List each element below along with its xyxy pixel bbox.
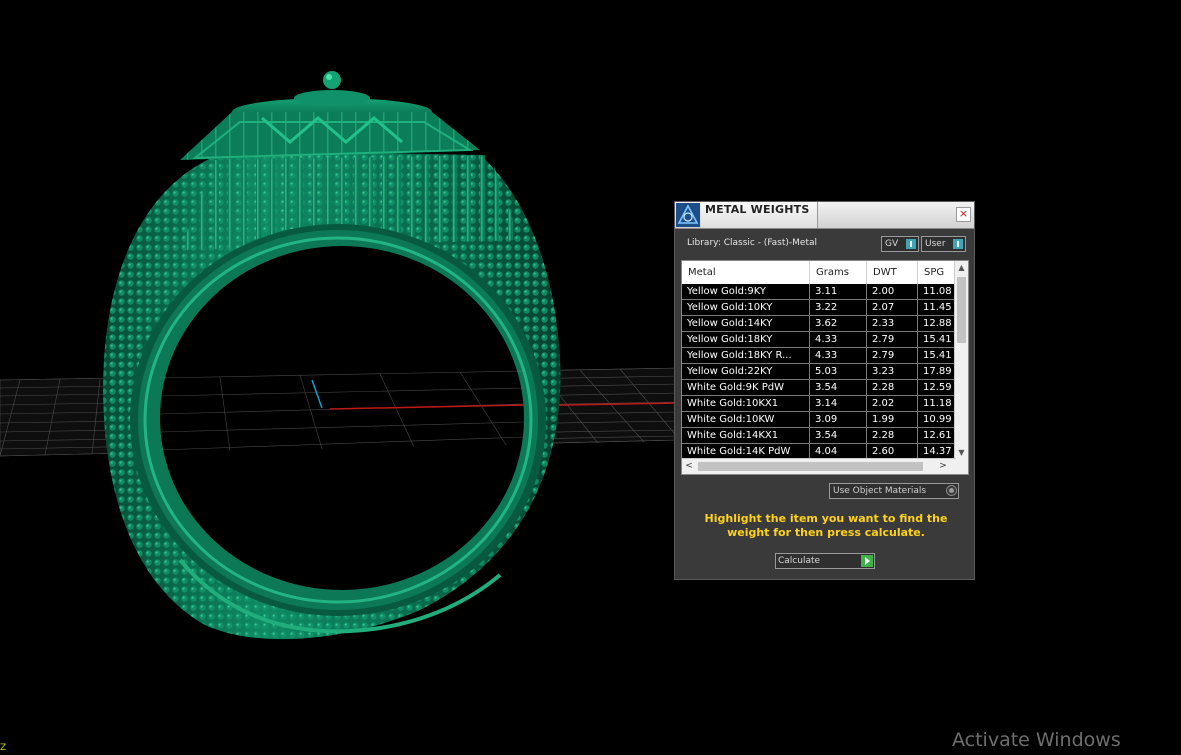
metal-cell: Yellow Gold:18KY bbox=[682, 332, 810, 347]
grams-cell: 3.22 bbox=[810, 300, 867, 315]
spg-cell: 11.08 bbox=[923, 286, 952, 297]
horizontal-scrollbar[interactable]: < > bbox=[682, 458, 956, 474]
spg-cell: 12.61 bbox=[923, 430, 952, 441]
table-row[interactable]: White Gold:10KW 3.09 1.99 10.99 bbox=[682, 412, 956, 428]
metal-cell: Yellow Gold:22KY bbox=[682, 364, 810, 379]
user-toggle-switch-icon bbox=[953, 239, 963, 249]
table-row[interactable]: White Gold:14K PdW 4.04 2.60 14.37 bbox=[682, 444, 956, 459]
spg-cell: 15.41 bbox=[923, 334, 952, 345]
dwt-cell: 2.79 bbox=[867, 332, 918, 347]
spg-cell: 11.45 bbox=[923, 302, 952, 313]
scroll-up-arrow-icon[interactable]: ▲ bbox=[955, 261, 968, 274]
dwt-cell: 2.28 bbox=[867, 428, 918, 443]
grams-cell: 4.33 bbox=[810, 348, 867, 363]
column-header-metal[interactable]: Metal bbox=[682, 261, 810, 284]
metal-cell: Yellow Gold:10KY bbox=[682, 300, 810, 315]
dwt-cell: 1.99 bbox=[867, 412, 918, 427]
instruction-text: Highlight the item you want to find the … bbox=[704, 512, 948, 539]
grams-cell: 3.54 bbox=[810, 380, 867, 395]
table-row[interactable]: Yellow Gold:18KY R... 4.33 2.79 15.41 bbox=[682, 348, 956, 364]
metal-weights-panel: METAL WEIGHTS × Library: Classic - (Fast… bbox=[674, 201, 975, 580]
spg-cell: 15.41 bbox=[923, 350, 952, 361]
panel-title: METAL WEIGHTS bbox=[705, 203, 810, 216]
scrollbar-corner bbox=[955, 459, 968, 474]
viewport-canvas[interactable] bbox=[0, 0, 1181, 755]
grams-cell: 3.11 bbox=[810, 284, 867, 299]
close-button[interactable]: × bbox=[956, 207, 971, 222]
horizontal-scroll-thumb[interactable] bbox=[698, 462, 923, 471]
spg-cell: 12.59 bbox=[923, 382, 952, 393]
table-header: Metal Grams DWT SPG bbox=[682, 261, 956, 285]
grams-cell: 3.54 bbox=[810, 428, 867, 443]
app-logo-icon bbox=[676, 203, 700, 227]
spg-cell: 11.18 bbox=[923, 398, 952, 409]
column-header-grams[interactable]: Grams bbox=[810, 261, 867, 284]
dwt-cell: 2.00 bbox=[867, 284, 918, 299]
play-arrow-icon bbox=[861, 555, 873, 567]
dwt-cell: 2.79 bbox=[867, 348, 918, 363]
panel-titlebar[interactable]: METAL WEIGHTS × bbox=[675, 202, 974, 229]
metal-cell: Yellow Gold:9KY bbox=[682, 284, 810, 299]
vertical-scroll-thumb[interactable] bbox=[957, 277, 966, 343]
windows-activation-watermark: Activate Windows bbox=[952, 729, 1121, 751]
table-row[interactable]: Yellow Gold:18KY 4.33 2.79 15.41 bbox=[682, 332, 956, 348]
scroll-left-arrow-icon[interactable]: < bbox=[682, 459, 696, 474]
scroll-right-arrow-icon[interactable]: > bbox=[936, 459, 950, 474]
spg-cell: 10.99 bbox=[923, 414, 952, 425]
user-toggle[interactable]: User bbox=[921, 236, 966, 252]
dropdown-toggle-icon[interactable] bbox=[946, 485, 957, 496]
dwt-cell: 3.23 bbox=[867, 364, 918, 379]
axis-label-z: Z bbox=[0, 743, 7, 753]
gv-toggle[interactable]: GV bbox=[881, 236, 919, 252]
metal-cell: White Gold:9K PdW bbox=[682, 380, 810, 395]
library-label: Library: Classic - (Fast)-Metal bbox=[687, 238, 818, 248]
dwt-cell: 2.33 bbox=[867, 316, 918, 331]
grams-cell: 4.33 bbox=[810, 332, 867, 347]
calculate-button[interactable]: Calculate bbox=[775, 553, 875, 569]
dropdown-value: Use Object Materials bbox=[833, 486, 927, 496]
metal-cell: Yellow Gold:14KY bbox=[682, 316, 810, 331]
dwt-cell: 2.02 bbox=[867, 396, 918, 411]
metal-cell: Yellow Gold:18KY R... bbox=[682, 348, 810, 363]
table-row[interactable]: White Gold:10KX1 3.14 2.02 11.18 bbox=[682, 396, 956, 412]
table-row[interactable]: White Gold:14KX1 3.54 2.28 12.61 bbox=[682, 428, 956, 444]
metal-table[interactable]: Metal Grams DWT SPG Yellow Gold:9KY 3.11 2… bbox=[681, 260, 969, 475]
table-row[interactable]: White Gold:9K PdW 3.54 2.28 12.59 bbox=[682, 380, 956, 396]
metal-cell: White Gold:10KW bbox=[682, 412, 810, 427]
dwt-cell: 2.28 bbox=[867, 380, 918, 395]
dwt-cell: 2.60 bbox=[867, 444, 918, 459]
ring-model[interactable] bbox=[103, 71, 561, 640]
grams-cell: 3.14 bbox=[810, 396, 867, 411]
calculate-label: Calculate bbox=[778, 556, 821, 566]
table-row[interactable]: Yellow Gold:10KY 3.22 2.07 11.45 bbox=[682, 300, 956, 316]
vertical-scrollbar[interactable]: ▲ ▼ bbox=[954, 261, 968, 459]
spg-cell: 12.88 bbox=[923, 318, 952, 329]
gv-toggle-label: GV bbox=[885, 239, 899, 249]
spg-cell: 17.89 bbox=[923, 366, 952, 377]
grams-cell: 3.62 bbox=[810, 316, 867, 331]
metal-cell: White Gold:14K PdW bbox=[682, 444, 810, 459]
table-row[interactable]: Yellow Gold:22KY 5.03 3.23 17.89 bbox=[682, 364, 956, 380]
grams-cell: 5.03 bbox=[810, 364, 867, 379]
column-header-spg[interactable]: SPG bbox=[918, 261, 956, 284]
table-row[interactable]: Yellow Gold:9KY 3.11 2.00 11.08 bbox=[682, 284, 956, 300]
scroll-down-arrow-icon[interactable]: ▼ bbox=[955, 446, 968, 459]
user-toggle-label: User bbox=[925, 239, 946, 249]
gv-toggle-switch-icon bbox=[906, 239, 916, 249]
table-row[interactable]: Yellow Gold:14KY 3.62 2.33 12.88 bbox=[682, 316, 956, 332]
column-header-dwt[interactable]: DWT bbox=[867, 261, 918, 284]
dwt-cell: 2.07 bbox=[867, 300, 918, 315]
3d-viewport[interactable] bbox=[0, 0, 1181, 755]
grams-cell: 3.09 bbox=[810, 412, 867, 427]
grams-cell: 4.04 bbox=[810, 444, 867, 459]
metal-cell: White Gold:14KX1 bbox=[682, 428, 810, 443]
spg-cell: 14.37 bbox=[923, 446, 952, 457]
metal-cell: White Gold:10KX1 bbox=[682, 396, 810, 411]
object-materials-dropdown[interactable]: Use Object Materials bbox=[829, 483, 959, 499]
